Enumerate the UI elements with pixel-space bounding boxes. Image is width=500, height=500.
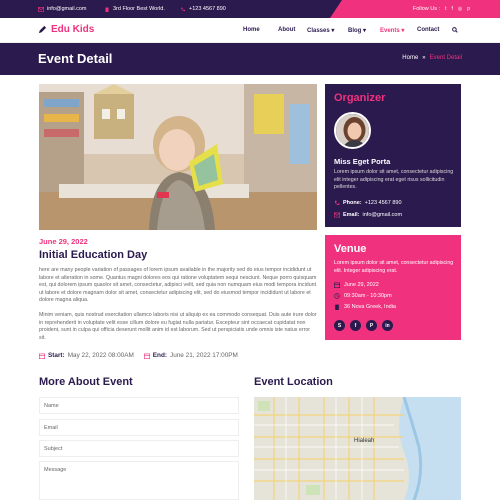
topbar-social: Follow Us : t f ◎ p [413,6,470,12]
organizer-heading: Organizer [334,92,386,104]
nav-item-label: Classes [307,28,330,34]
email-value: info@gmail.com [362,212,403,218]
organizer-email[interactable]: Email: info@gmail.com [334,212,402,218]
pinterest-icon[interactable]: P [366,320,377,331]
clock-icon [334,293,340,299]
venue-address-text: 36 Nova Greek, India [344,304,396,310]
nav-item-contact[interactable]: Contact [417,27,452,35]
breadcrumb-home[interactable]: Home [402,55,418,61]
event-image [39,84,317,230]
event-times: Start: May 22, 2022 08:00AM End: June 21… [39,352,238,359]
end-value: June 21, 2022 17:00PM [170,352,238,359]
chevron-down-icon: ▾ [331,28,335,34]
breadcrumb: Home » Event Detail [402,55,462,61]
site-logo[interactable]: Edu Kids [38,24,94,35]
breadcrumb-current: Event Detail [429,55,462,61]
calendar-icon [143,353,150,359]
venue-description: Lorem ipsum dolor sit amet, consectetur … [334,260,454,274]
breadcrumb-separator: » [422,55,426,61]
location-heading: Event Location [254,376,333,388]
instagram-icon[interactable]: ◎ [458,6,462,12]
nav-item-home[interactable]: Home [243,27,278,35]
phone-icon [334,200,340,205]
linkedin-icon[interactable]: in [382,320,393,331]
venue-time: 09:30am - 10:30pm [334,293,392,299]
top-bar: info@gmail.com 3rd Floor Best World. +12… [0,0,500,18]
phone-icon [181,7,185,11]
organizer-name: Miss Eget Porta [334,157,391,166]
topbar-address: 3rd Floor Best World. [104,6,165,12]
nav-item-label: Home [243,27,260,33]
form-heading: More About Event [39,376,133,388]
organizer-avatar [334,112,371,149]
topbar-phone[interactable]: +123 4567 890 [180,6,226,12]
calendar-icon [334,282,340,288]
main-nav: Edu Kids Home About Classes ▾ Blog ▾ Eve… [0,18,500,43]
email-field[interactable]: Email [39,419,239,436]
message-field[interactable]: Message [39,461,239,500]
topbar-phone-text: +123 4567 890 [189,6,226,12]
venue-address: 36 Nova Greek, India [334,304,396,310]
nav-item-label: Contact [417,27,440,33]
event-map[interactable]: Hialeah [254,397,461,500]
pinterest-icon[interactable]: p [467,6,470,12]
pencil-icon [38,25,47,34]
event-end: End: June 21, 2022 17:00PM [143,352,238,359]
page-banner: Event Detail Home » Event Detail [0,43,500,75]
name-field[interactable]: Name [39,397,239,414]
map-label: Hialeah [354,438,374,444]
logo-text: Edu Kids [51,24,95,35]
search-icon[interactable] [452,27,458,35]
building-icon [335,304,339,310]
calendar-icon [39,353,45,359]
nav-item-events[interactable]: Events ▾ [380,27,417,35]
facebook-icon[interactable]: f [451,6,452,12]
page-title: Event Detail [38,51,113,66]
email-label: Email: [343,212,360,218]
nav-item-label: About [278,27,296,33]
mail-icon [38,6,44,12]
nav-item-label: Blog [348,28,362,34]
nav-item-about[interactable]: About [278,27,307,35]
venue-date: June 29, 2022 [334,282,379,288]
event-date: June 29, 2022 [39,237,88,246]
twitter-icon[interactable]: t [445,6,446,12]
venue-social: S f P in [334,320,393,331]
venue-card: Venue Lorem ipsum dolor sit amet, consec… [325,235,461,340]
organizer-description: Lorem ipsum dolor sit amet, consectetur … [334,169,454,190]
facebook-icon[interactable]: f [350,320,361,331]
nav-item-label: Events [380,28,400,34]
venue-heading: Venue [334,243,367,255]
building-icon [105,7,109,12]
topbar-email[interactable]: info@gmail.com [38,6,87,12]
nav-menu: Home About Classes ▾ Blog ▾ Events ▾ Con… [243,27,458,35]
start-value: May 22, 2022 08:00AM [67,352,134,359]
chevron-down-icon: ▾ [363,28,367,34]
topbar-email-text: info@gmail.com [47,6,87,12]
phone-value: +123 4567 890 [364,200,402,206]
skype-icon[interactable]: S [334,320,345,331]
venue-date-text: June 29, 2022 [344,282,379,288]
venue-time-text: 09:30am - 10:30pm [344,293,392,299]
nav-item-classes[interactable]: Classes ▾ [307,27,348,35]
chevron-down-icon: ▾ [401,28,405,34]
nav-item-blog[interactable]: Blog ▾ [348,27,380,35]
event-title: Initial Education Day [39,249,148,261]
topbar-address-text: 3rd Floor Best World. [113,6,165,12]
start-label: Start: [48,352,65,359]
event-description-2: Minim veniam, quis nostrud exercitation … [39,312,317,341]
end-label: End: [152,352,167,359]
organizer-card: Organizer Miss Eget Porta Lorem ipsum do… [325,84,461,227]
organizer-phone[interactable]: Phone: +123 4567 890 [334,200,402,206]
phone-label: Phone: [343,200,362,206]
mail-icon [334,212,340,218]
event-description: here are many people variation of passag… [39,267,317,304]
event-start: Start: May 22, 2022 08:00AM [39,352,134,359]
subject-field[interactable]: Subject [39,440,239,457]
follow-label: Follow Us : [412,6,441,12]
